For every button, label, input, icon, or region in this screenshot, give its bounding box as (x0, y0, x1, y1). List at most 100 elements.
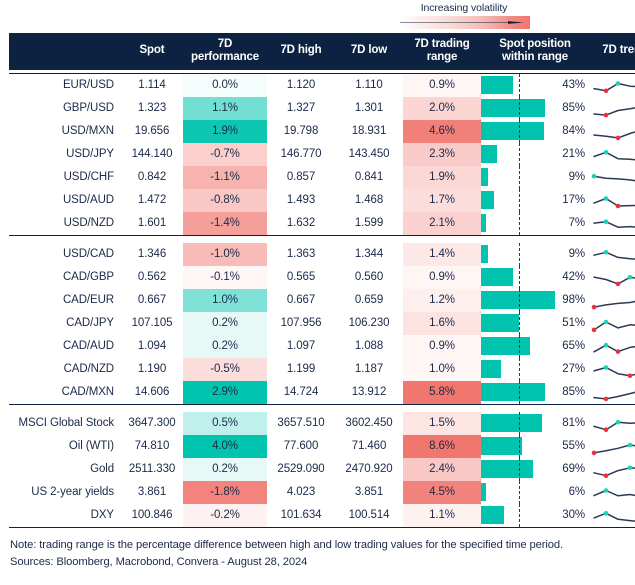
cell-spot-position-bar (481, 334, 556, 358)
cell-spot: 1.346 (137, 248, 167, 261)
cell-7d-performance: 4.0% (183, 434, 267, 458)
table-row[interactable]: CAD/MXN 14.606 2.9% 14.724 13.912 5.8% 85% (9, 380, 635, 405)
bar-fill (481, 99, 545, 118)
table-row[interactable]: USD/CAD 1.346 -1.0% 1.363 1.344 1.4% 9% (9, 242, 635, 266)
cell-spot-position-bar (481, 457, 556, 481)
header-7d-high: 7D high (267, 33, 335, 70)
cell-spot-position-bar (481, 96, 556, 120)
footer-sources: Sources: Bloomberg, Macrobond, Convera -… (10, 555, 308, 568)
table-row[interactable]: CAD/EUR 0.667 1.0% 0.667 0.659 1.2% 98% (9, 288, 635, 312)
bar-track (481, 434, 556, 458)
cell-spot-position-bar (481, 357, 556, 381)
midpoint-marker (518, 434, 520, 458)
cell-7d-trading-range: 1.7% (403, 188, 481, 212)
cell-7d-low: 71.460 (351, 440, 387, 453)
bar-track (481, 411, 556, 435)
cell-7d-trading-range: 1.0% (403, 357, 481, 381)
cell-7d-low: 3.851 (354, 486, 384, 499)
table-row[interactable]: Gold 2511.330 0.2% 2529.090 2470.920 2.4% 69% (9, 457, 635, 481)
table-row[interactable]: USD/CHF 0.842 -1.1% 0.857 0.841 1.9% 9% (9, 165, 635, 189)
cell-7d-low: 0.560 (354, 271, 384, 284)
cell-7d-high: 0.667 (286, 294, 316, 307)
row-label: USD/NZD (63, 217, 115, 230)
cell-7d-high: 1.632 (286, 217, 316, 230)
header-7d-low: 7D low (335, 33, 403, 70)
cell-spot-position-bar (481, 73, 556, 97)
table-row[interactable]: Oil (WTI) 74.810 4.0% 77.600 71.460 8.6% 55% (9, 434, 635, 458)
bar-track (481, 142, 556, 166)
cell-7d-trend (589, 212, 635, 236)
bar-track (481, 311, 556, 335)
section-divider (9, 234, 635, 243)
bar-track (481, 380, 556, 404)
cell-7d-trading-range: 8.6% (403, 434, 481, 458)
table-row[interactable]: CAD/AUD 1.094 0.2% 1.097 1.088 0.9% 65% (9, 334, 635, 358)
cell-spot: 1.114 (138, 79, 166, 92)
arrow-right-icon (400, 21, 524, 24)
section-divider-cell (9, 403, 635, 412)
midpoint-marker (518, 242, 520, 266)
cell-7d-performance: 0.0% (183, 73, 267, 97)
midpoint-marker (518, 457, 520, 481)
cell-7d-trading-range: 4.6% (403, 119, 481, 143)
cell-7d-trend (589, 312, 635, 335)
cell-7d-low: 0.841 (354, 171, 384, 184)
cell-7d-trend (589, 243, 635, 266)
bar-fill (481, 437, 523, 456)
cell-7d-performance: -1.1% (183, 165, 267, 189)
table-row[interactable]: CAD/JPY 107.105 0.2% 107.956 106.230 1.6% 51% (9, 311, 635, 335)
bar-fill (481, 168, 488, 187)
cell-7d-low: 143.450 (348, 148, 390, 161)
fx-dashboard-table: Increasing volatility Spot 7D performanc… (0, 0, 635, 585)
cell-spot: 107.105 (131, 317, 173, 330)
bar-track (481, 457, 556, 481)
cell-spot: 0.562 (137, 271, 167, 284)
cell-7d-trading-range: 0.9% (403, 265, 481, 289)
bar-fill (481, 414, 542, 433)
cell-spot-position-bar (481, 165, 556, 189)
header-7d-performance-line1: 7D (217, 38, 233, 50)
bar-fill (481, 337, 530, 356)
table-row[interactable]: CAD/NZD 1.190 -0.5% 1.199 1.187 1.0% 27% (9, 357, 635, 381)
cell-spot-position-bar (481, 265, 556, 289)
table-row[interactable]: USD/JPY 144.140 -0.7% 146.770 143.450 2.3% 21% (9, 142, 635, 166)
bar-fill (481, 360, 502, 379)
midpoint-marker (518, 380, 520, 404)
cell-7d-high: 3657.510 (277, 417, 325, 430)
cell-7d-performance: -0.1% (183, 265, 267, 289)
table-row[interactable]: USD/NZD 1.601 -1.4% 1.632 1.599 2.1% 7% (9, 211, 635, 236)
volatility-gradient-bar (398, 16, 530, 29)
bar-track (481, 265, 556, 289)
bar-fill (481, 268, 513, 287)
header-7d-trading-range-line2: range (426, 50, 458, 63)
cell-7d-trend (589, 458, 635, 481)
cell-spot-position-bar (481, 119, 556, 143)
cell-spot: 74.810 (134, 440, 170, 453)
row-label: CAD/MXN (61, 386, 114, 399)
table-row[interactable]: USD/AUD 1.472 -0.8% 1.493 1.468 1.7% 17% (9, 188, 635, 212)
cell-7d-high: 107.956 (280, 317, 322, 330)
table-row[interactable]: MSCI Global Stock 3647.300 0.5% 3657.510 360… (9, 411, 635, 435)
cell-7d-performance: -0.2% (183, 503, 267, 528)
table-row[interactable]: USD/MXN 19.656 1.9% 19.798 18.931 4.6% 84% (9, 119, 635, 143)
cell-7d-low: 100.514 (348, 509, 390, 522)
row-label: DXY (90, 509, 114, 522)
cell-7d-high: 1.199 (286, 363, 316, 376)
table-row[interactable]: DXY 100.846 -0.2% 101.634 100.514 1.1% 30% (9, 503, 635, 528)
table-row[interactable]: US 2-year yields 3.861 -1.8% 4.023 3.851 4.5%… (9, 480, 635, 504)
bar-fill (481, 314, 520, 333)
table-row[interactable]: GBP/USD 1.323 1.1% 1.327 1.301 2.0% 85% (9, 96, 635, 120)
cell-spot: 3647.300 (128, 417, 176, 430)
cell-7d-trend (589, 504, 635, 528)
cell-7d-high: 77.600 (283, 440, 319, 453)
bar-track (481, 119, 556, 143)
table-row[interactable]: CAD/GBP 0.562 -0.1% 0.565 0.560 0.9% 42% (9, 265, 635, 289)
table-bottom-border (9, 527, 635, 528)
cell-7d-trend (589, 335, 635, 358)
header-row: Spot 7D performance 7D high 7D low 7D tr… (9, 33, 635, 70)
cell-7d-trading-range: 4.5% (403, 480, 481, 504)
table-row[interactable]: EUR/USD 1.114 0.0% 1.120 1.110 0.9% 43% (9, 73, 635, 97)
cell-spot: 1.323 (137, 102, 167, 115)
cell-7d-trend (589, 435, 635, 458)
cell-7d-high: 1.363 (286, 248, 316, 261)
